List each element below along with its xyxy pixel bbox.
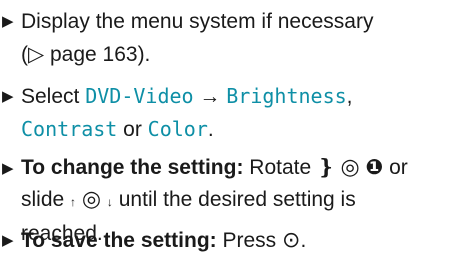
press-text: Press [216,229,283,252]
instruction-page: ▶ Display the menu system if necessary (… [0,0,449,257]
bullet-arrow-icon: ▶ [2,232,14,249]
controller-icon: ◎ [340,154,360,179]
select-label: Select [21,85,86,108]
period: . [207,118,214,141]
rotate-text: Rotate [243,156,317,179]
until-text: until the desired setting is [112,188,356,211]
rotate-left-icon: ❵ [317,156,335,179]
press-controller-icon: ⊙ [282,227,301,252]
menu-item-contrast: Contrast [21,117,118,141]
menu-item-color: Color [147,117,208,141]
step-select-menu: ▶ Select DVD-Video → Brightness, Contras… [2,80,442,146]
bullet-arrow-icon: ▶ [2,88,14,105]
menu-item-dvd-video: DVD-Video [85,84,194,108]
step-save-setting: ▶ To save the setting: Press ⊙. [2,224,442,257]
slide-up-icon: ↑ [70,195,77,209]
bullet-arrow-icon: ▶ [2,160,14,177]
menu-item-brightness: Brightness [226,84,347,108]
period: . [300,229,307,252]
slide-text: slide [21,188,71,211]
comma: , [346,85,353,108]
menu-path-arrow: → [193,85,227,108]
bullet-arrow-icon: ▶ [2,13,14,30]
controller-icon: ◎ [81,186,102,211]
or-text: or [117,118,148,141]
page-reference: (▷ page 163). [21,43,151,66]
step-text: Display the menu system if necessary [21,10,374,33]
save-setting-heading: To save the setting: [21,229,217,252]
change-setting-heading: To change the setting: [21,156,244,179]
rotate-right-icon: ❶ [365,156,384,179]
or-text: or [383,156,408,179]
step-display-menu: ▶ Display the menu system if necessary (… [2,5,442,71]
